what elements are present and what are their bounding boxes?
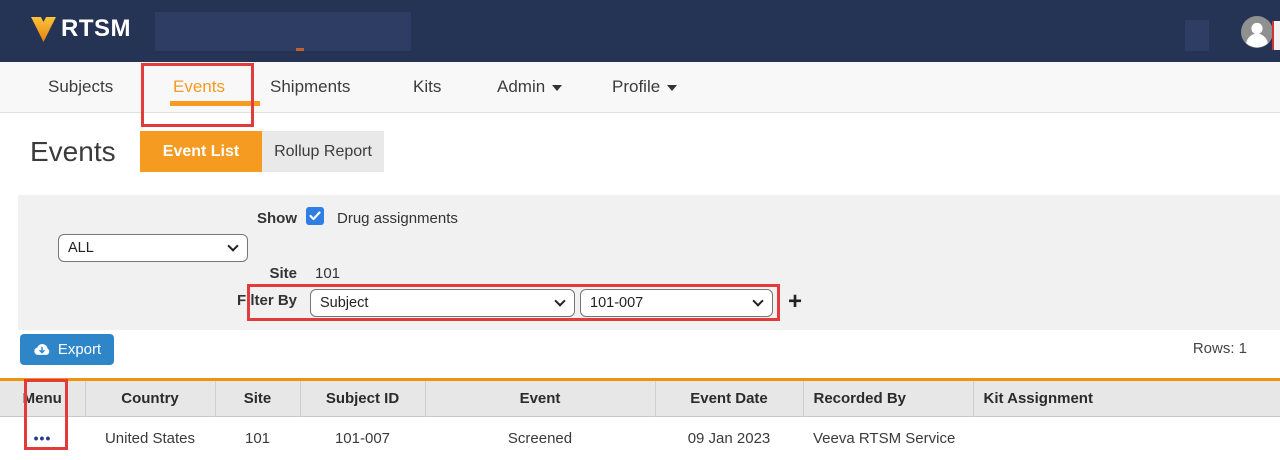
cell-kit-assignment bbox=[973, 417, 1280, 460]
cloud-download-icon bbox=[33, 343, 51, 357]
nav-label: Kits bbox=[413, 77, 441, 97]
nav-tab-admin[interactable]: Admin bbox=[497, 62, 562, 112]
top-header-bar: RTSM bbox=[0, 0, 1280, 62]
cell-recorded-by: Veeva RTSM Service bbox=[803, 417, 973, 460]
active-tab-underline bbox=[170, 101, 260, 106]
site-value: 101 bbox=[315, 265, 340, 282]
nav-label: Events bbox=[173, 77, 225, 97]
select-value: Subject bbox=[320, 295, 368, 311]
add-filter-button[interactable]: + bbox=[788, 288, 802, 316]
chevron-down-icon bbox=[552, 85, 562, 91]
redacted-header-item bbox=[1185, 20, 1209, 51]
table-header-row: Menu Country Site Subject ID Event Event… bbox=[0, 380, 1280, 417]
redacted-study-name bbox=[155, 12, 411, 51]
column-header-event-date: Event Date bbox=[655, 380, 803, 417]
drug-assignments-label: Drug assignments bbox=[337, 210, 458, 227]
event-type-select[interactable]: ALL bbox=[58, 234, 248, 262]
chevron-down-icon bbox=[752, 295, 763, 306]
nav-label: Profile bbox=[612, 77, 660, 97]
cell-subject-id: 101-007 bbox=[300, 417, 425, 460]
rows-count: Rows: 1 bbox=[1193, 340, 1247, 357]
select-value: 101-007 bbox=[590, 295, 643, 311]
table-row: ••• United States 101 101-007 Screened 0… bbox=[0, 417, 1280, 460]
column-header-event: Event bbox=[425, 380, 655, 417]
nav-tab-kits[interactable]: Kits bbox=[413, 62, 441, 112]
column-header-menu: Menu bbox=[0, 380, 85, 417]
veeva-v-icon bbox=[30, 16, 57, 43]
cell-event-date: 09 Jan 2023 bbox=[655, 417, 803, 460]
export-label: Export bbox=[58, 341, 101, 358]
chevron-down-icon bbox=[667, 85, 677, 91]
nav-tab-shipments[interactable]: Shipments bbox=[270, 62, 350, 112]
column-header-recorded-by: Recorded By bbox=[803, 380, 973, 417]
column-header-country: Country bbox=[85, 380, 215, 417]
filter-field-select[interactable]: Subject bbox=[310, 289, 575, 317]
column-header-site: Site bbox=[215, 380, 300, 417]
show-label: Show bbox=[235, 210, 297, 227]
redaction-artifact bbox=[296, 48, 304, 51]
column-header-subject-id: Subject ID bbox=[300, 380, 425, 417]
tab-event-list[interactable]: Event List bbox=[140, 131, 262, 172]
nav-tab-profile[interactable]: Profile bbox=[612, 62, 677, 112]
app-name: RTSM bbox=[61, 15, 131, 43]
drug-assignments-checkbox[interactable] bbox=[306, 207, 324, 225]
nav-label: Admin bbox=[497, 77, 545, 97]
column-header-kit-assignment: Kit Assignment bbox=[973, 380, 1280, 417]
nav-tab-subjects[interactable]: Subjects bbox=[48, 62, 113, 112]
export-button[interactable]: Export bbox=[20, 334, 114, 365]
cell-site: 101 bbox=[215, 417, 300, 460]
site-label: Site bbox=[235, 265, 297, 282]
cell-country: United States bbox=[85, 417, 215, 460]
user-avatar-icon[interactable] bbox=[1241, 16, 1273, 48]
filter-value-select[interactable]: 101-007 bbox=[580, 289, 773, 317]
app-logo[interactable]: RTSM bbox=[30, 15, 131, 43]
select-value: ALL bbox=[68, 240, 94, 256]
cell-event: Screened bbox=[425, 417, 655, 460]
chevron-down-icon bbox=[554, 295, 565, 306]
redacted-user-name bbox=[1272, 21, 1280, 50]
chevron-down-icon bbox=[227, 240, 238, 251]
nav-label: Subjects bbox=[48, 77, 113, 97]
tab-rollup-report[interactable]: Rollup Report bbox=[262, 131, 384, 172]
nav-label: Shipments bbox=[270, 77, 350, 97]
check-icon bbox=[309, 211, 321, 221]
page-title: Events bbox=[30, 136, 116, 168]
rtsm-app: RTSM Subjects Events Shipments Kits Adm bbox=[0, 0, 1280, 460]
filter-by-label: Filter By bbox=[235, 292, 297, 309]
events-table: Menu Country Site Subject ID Event Event… bbox=[0, 378, 1280, 460]
row-menu-button[interactable]: ••• bbox=[34, 430, 52, 446]
